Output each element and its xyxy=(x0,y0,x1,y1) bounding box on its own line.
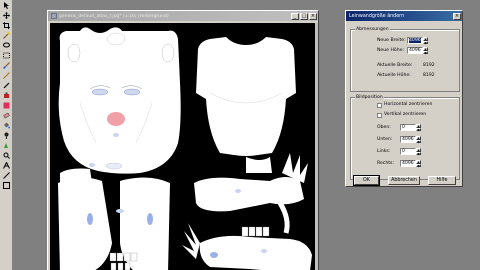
dodge-tool-icon[interactable] xyxy=(1,131,12,140)
left-spinner[interactable]: ▲ ▼ xyxy=(416,148,421,155)
current-width-label: Aktuelle Breite: xyxy=(377,63,413,68)
bottom-field[interactable]: 4096 xyxy=(400,136,416,143)
right-field[interactable]: 4096 xyxy=(400,160,416,167)
left-label: Links: xyxy=(377,149,391,154)
move-tool-icon[interactable] xyxy=(1,11,12,20)
top-spinner[interactable]: ▲ ▼ xyxy=(416,124,421,131)
brush-tool-icon[interactable] xyxy=(1,61,12,70)
image-window-title: genesis_default_atlas_f.jpg* (1:16) (Hin… xyxy=(59,13,169,19)
position-group-label: Bildposition xyxy=(355,95,384,100)
current-height-label: Aktuelle Höhe: xyxy=(377,73,411,78)
help-button[interactable]: Hilfe xyxy=(428,176,456,185)
eyedropper-tool-icon[interactable] xyxy=(1,81,12,90)
magic-wand-tool-icon[interactable] xyxy=(1,31,12,40)
pointer-tool-icon[interactable] xyxy=(1,1,12,10)
texture-atlas-image xyxy=(50,23,316,270)
ok-button[interactable]: OK xyxy=(353,175,380,186)
image-window[interactable]: genesis_default_atlas_f.jpg* (1:16) (Hin… xyxy=(47,10,319,270)
zoom-tool-icon[interactable] xyxy=(1,151,12,160)
color-tool-icon[interactable] xyxy=(1,101,12,110)
bottom-spinner[interactable]: ▲ ▼ xyxy=(416,136,421,143)
center-horizontal-checkbox[interactable] xyxy=(377,103,382,108)
close-button[interactable]: × xyxy=(309,12,317,20)
new-height-label: Neue Höhe: xyxy=(377,48,405,53)
fill-tool-icon[interactable] xyxy=(1,121,12,130)
top-field[interactable]: 0 xyxy=(400,124,416,131)
new-width-field[interactable]: 4096 xyxy=(407,37,423,44)
right-spinner[interactable]: ▲ ▼ xyxy=(416,160,421,167)
toolbox xyxy=(0,0,13,270)
eraser-tool-icon[interactable] xyxy=(1,111,12,120)
pencil-tool-icon[interactable] xyxy=(1,71,12,80)
left-field[interactable]: 0 xyxy=(400,148,416,155)
new-width-label: Neue Breite: xyxy=(377,38,406,43)
center-vertical-checkbox[interactable] xyxy=(377,113,382,118)
new-height-field[interactable]: 4096 xyxy=(407,47,423,54)
canvas-size-dialog[interactable]: Leinwandgröße ändern × Abmessungen Neue … xyxy=(345,10,463,187)
bottom-label: Unten: xyxy=(377,137,393,142)
smudge-tool-icon[interactable] xyxy=(1,141,12,150)
vertical-scrollbar[interactable] xyxy=(315,23,318,270)
image-window-titlebar[interactable]: genesis_default_atlas_f.jpg* (1:16) (Hin… xyxy=(48,11,318,21)
line-tool-icon[interactable] xyxy=(1,171,12,180)
crop-tool-icon[interactable] xyxy=(1,21,12,30)
new-height-spinner[interactable]: ▲ ▼ xyxy=(423,47,428,54)
center-vertical-label[interactable]: Vertikal zentrieren xyxy=(384,112,426,118)
maximize-button[interactable]: □ xyxy=(300,12,308,20)
clone-tool-icon[interactable] xyxy=(1,91,12,100)
selection-tool-icon[interactable] xyxy=(1,51,12,60)
right-label: Rechts: xyxy=(377,161,394,166)
image-canvas[interactable] xyxy=(50,23,316,270)
shape-tool-icon[interactable] xyxy=(1,181,12,190)
new-width-spinner[interactable]: ▲ ▼ xyxy=(423,37,428,44)
text-tool-icon[interactable] xyxy=(1,161,12,170)
dialog-title: Leinwandgröße ändern xyxy=(349,13,405,19)
current-height-value: 8192 xyxy=(423,73,435,78)
top-label: Oben: xyxy=(377,125,391,130)
dialog-titlebar[interactable]: Leinwandgröße ändern × xyxy=(346,11,462,21)
image-file-icon xyxy=(51,13,57,19)
center-horizontal-label[interactable]: Horizontal zentrieren xyxy=(384,102,432,108)
lasso-tool-icon[interactable] xyxy=(1,41,12,50)
dimensions-group-label: Abmessungen xyxy=(355,27,390,32)
minimize-button[interactable]: _ xyxy=(291,12,299,20)
dialog-close-button[interactable]: × xyxy=(453,12,461,20)
current-width-value: 8192 xyxy=(423,63,435,68)
cancel-button[interactable]: Abbrechen xyxy=(388,176,420,185)
